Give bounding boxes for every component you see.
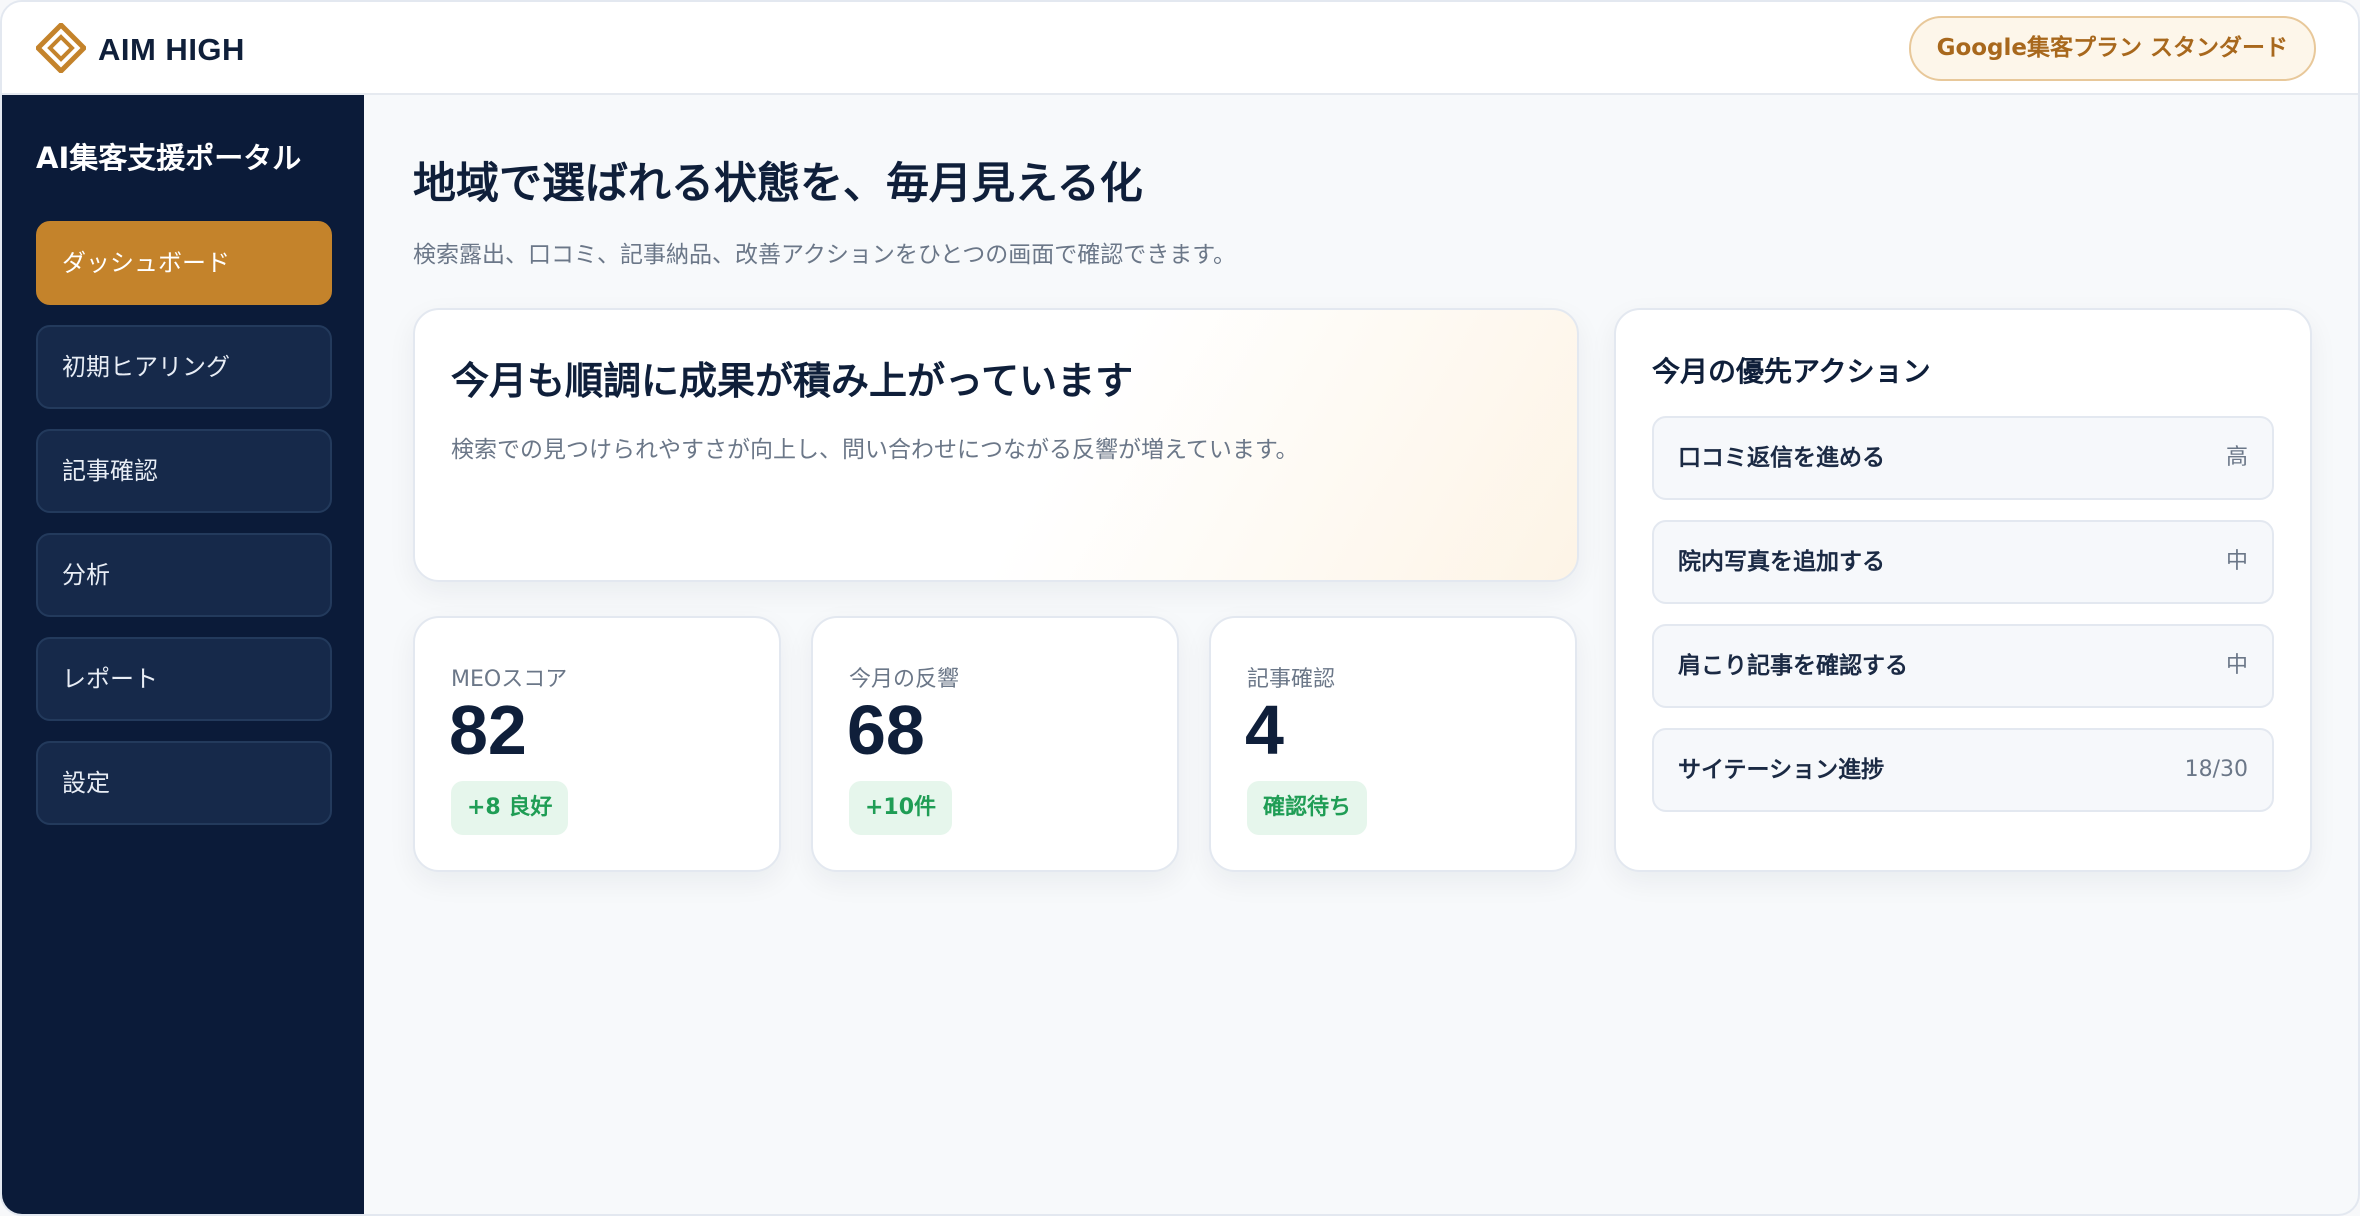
sidebar-item-settings[interactable]: 設定: [36, 741, 332, 825]
action-label: サイテーション進捗: [1678, 757, 1885, 783]
action-priority: 高: [2225, 445, 2248, 470]
action-item-add-photos[interactable]: 院内写真を追加する 中: [1652, 520, 2274, 604]
sidebar: AI集客支援ポータル ダッシュボード 初期ヒアリング 記事確認 分析 レポート …: [2, 95, 364, 1214]
sidebar-item-article-review[interactable]: 記事確認: [36, 429, 332, 513]
diamond-logo-icon: [36, 23, 86, 73]
kpi-label: MEOスコア: [451, 667, 568, 692]
kpi-value: 4: [1245, 691, 1284, 769]
action-label: 院内写真を追加する: [1678, 549, 1885, 575]
priority-actions-list: 口コミ返信を進める 高 院内写真を追加する 中 肩こり記事を確認する 中 サイテ…: [1652, 416, 2274, 832]
hero-title: 今月も順調に成果が積み上がっています: [451, 359, 1134, 403]
page-title: 地域で選ばれる状態を、毎月見える化: [413, 159, 1143, 209]
brand-name: AIM HIGH: [98, 32, 245, 67]
kpi-value: 82: [449, 691, 527, 769]
kpi-label: 今月の反響: [849, 667, 960, 692]
action-item-review-replies[interactable]: 口コミ返信を進める 高: [1652, 416, 2274, 500]
top-header: AIM HIGH Google集客プラン スタンダード: [2, 2, 2358, 95]
kpi-badge: +8 良好: [451, 781, 569, 835]
kpi-card-responses: 今月の反響 68 +10件: [811, 616, 1179, 872]
kpi-card-article-review: 記事確認 4 確認待ち: [1209, 616, 1577, 872]
action-item-citation-progress[interactable]: サイテーション進捗 18/30: [1652, 728, 2274, 812]
action-label: 肩こり記事を確認する: [1678, 653, 1908, 679]
sidebar-title: AI集客支援ポータル: [36, 141, 302, 175]
sidebar-item-reports[interactable]: レポート: [36, 637, 332, 721]
sidebar-item-dashboard[interactable]: ダッシュボード: [36, 221, 332, 305]
kpi-badge: 確認待ち: [1247, 781, 1368, 835]
priority-actions-card: 今月の優先アクション 口コミ返信を進める 高 院内写真を追加する 中 肩こり記事…: [1614, 308, 2312, 872]
action-priority: 中: [2225, 549, 2248, 574]
priority-actions-title: 今月の優先アクション: [1652, 355, 1931, 388]
action-label: 口コミ返信を進める: [1678, 445, 1885, 471]
main-content: 地域で選ばれる状態を、毎月見える化 検索露出、口コミ、記事納品、改善アクションを…: [364, 95, 2358, 1214]
page-subtitle: 検索露出、口コミ、記事納品、改善アクションをひとつの画面で確認できます。: [413, 242, 1236, 268]
sidebar-item-initial-hearing[interactable]: 初期ヒアリング: [36, 325, 332, 409]
kpi-badge: +10件: [849, 781, 953, 835]
action-progress: 18/30: [2184, 757, 2248, 782]
sidebar-nav: ダッシュボード 初期ヒアリング 記事確認 分析 レポート 設定: [36, 221, 332, 845]
action-priority: 中: [2225, 653, 2248, 678]
kpi-value: 68: [847, 691, 925, 769]
hero-text: 検索での見つけられやすさが向上し、問い合わせにつながる反響が増えています。: [451, 437, 1299, 463]
kpi-label: 記事確認: [1247, 667, 1336, 692]
plan-badge[interactable]: Google集客プラン スタンダード: [1908, 16, 2316, 81]
action-item-check-article[interactable]: 肩こり記事を確認する 中: [1652, 624, 2274, 708]
sidebar-item-analytics[interactable]: 分析: [36, 533, 332, 617]
hero-card: 今月も順調に成果が積み上がっています 検索での見つけられやすさが向上し、問い合わ…: [413, 308, 1579, 582]
app-window: AIM HIGH Google集客プラン スタンダード AI集客支援ポータル ダ…: [0, 0, 2360, 1216]
kpi-card-meo-score: MEOスコア 82 +8 良好: [413, 616, 781, 872]
